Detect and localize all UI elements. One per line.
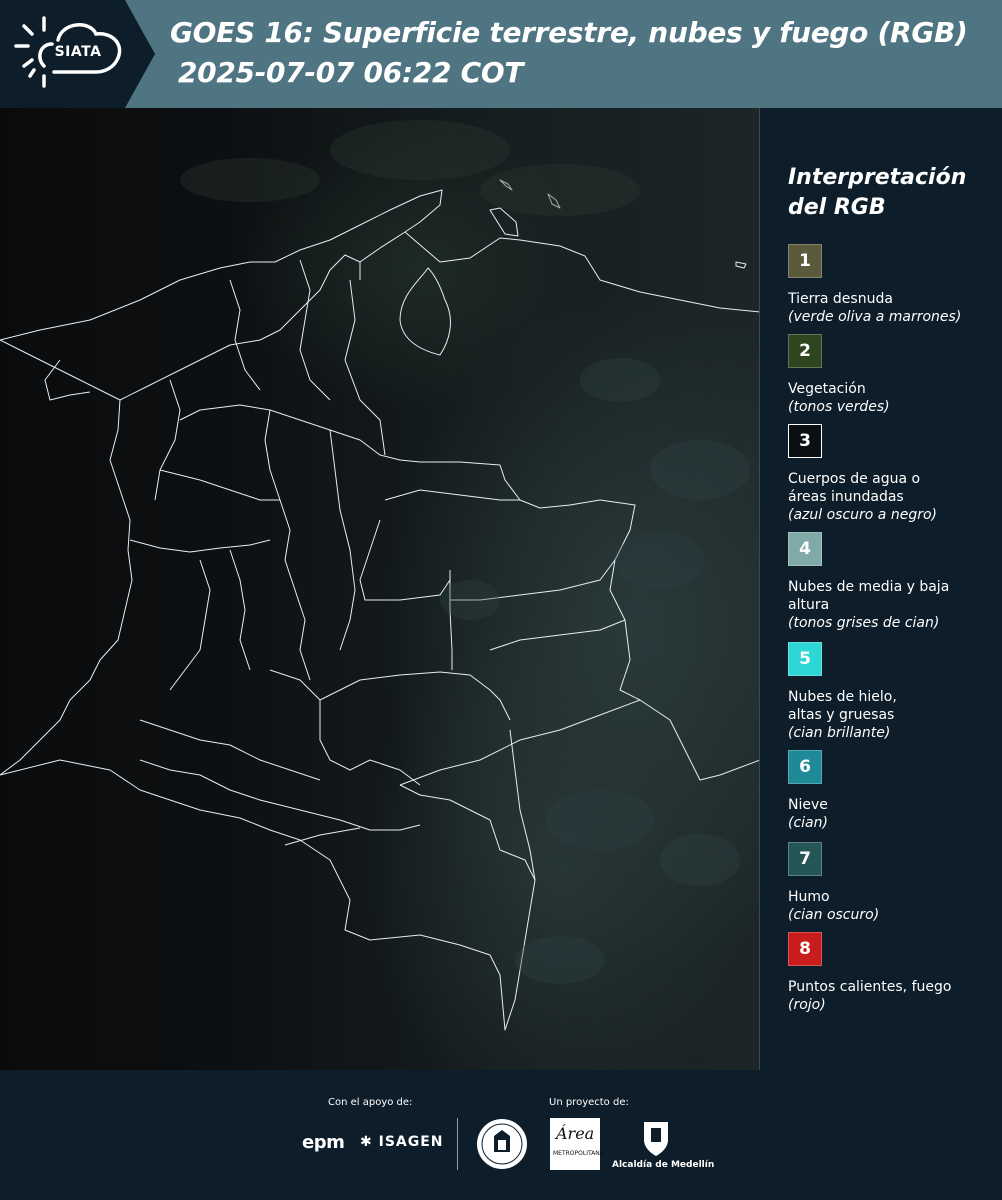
legend-item-6: 6 Nieve (cian)	[788, 750, 998, 832]
legend-item-3: 3 Cuerpos de agua o áreas inundadas (azu…	[788, 424, 998, 524]
legend-desc-7: (cian oscuro)	[788, 907, 880, 923]
footer-divider	[457, 1118, 458, 1170]
siata-logo-text: SIATA	[54, 44, 102, 60]
legend-desc-1: (verde oliva a marrones)	[788, 309, 962, 325]
university-seal-icon	[477, 1119, 527, 1169]
legend-label-8: Puntos calientes, fuego	[788, 979, 952, 995]
legend-item-8: 8 Puntos calientes, fuego (rojo)	[788, 932, 998, 1014]
legend-swatch-1: 1	[788, 244, 822, 278]
legend-item-5: 5 Nubes de hielo, altas y gruesas (cian …	[788, 642, 998, 742]
legend-title: Interpretación del RGB	[788, 163, 988, 223]
legend-swatch-2: 2	[788, 334, 822, 368]
area-logo-script: Área	[556, 1124, 595, 1143]
legend-desc-6: (cian)	[788, 815, 828, 831]
legend-desc-5: (cian brillante)	[788, 725, 891, 741]
area-metropolitana-logo: Área METROPOLITANA	[550, 1118, 604, 1170]
legend-label-4: Nubes de media y baja altura	[788, 579, 950, 613]
legend-desc-8: (rojo)	[788, 997, 826, 1013]
rgb-legend: Interpretación del RGB 1 Tierra desnuda …	[760, 108, 1002, 1070]
legend-label-3: Cuerpos de agua o áreas inundadas	[788, 471, 921, 505]
legend-item-2: 2 Vegetación (tonos verdes)	[788, 334, 998, 416]
alcaldia-text: Alcaldía de Medellín	[612, 1160, 715, 1170]
isagen-mark-icon: ✱	[360, 1134, 379, 1150]
project-caption: Un proyecto de:	[549, 1097, 629, 1108]
isagen-logo: ✱ ISAGEN	[360, 1134, 444, 1150]
legend-title-line2: del RGB	[788, 195, 886, 220]
legend-swatch-4: 4	[788, 532, 822, 566]
image-timestamp: 2025-07-07 06:22 COT	[178, 56, 524, 89]
legend-swatch-7: 7	[788, 842, 822, 876]
legend-desc-2: (tonos verdes)	[788, 399, 890, 415]
legend-swatch-8: 8	[788, 932, 822, 966]
header-banner: SIATA GOES 16: Superficie terrestre, nub…	[0, 0, 1002, 108]
legend-label-1: Tierra desnuda	[788, 291, 893, 307]
area-logo-subtitle: METROPOLITANA	[553, 1150, 604, 1157]
legend-label-5: Nubes de hielo, altas y gruesas	[788, 689, 897, 723]
alcaldia-shield-icon	[644, 1122, 668, 1156]
sponsor-footer: Con el apoyo de: Un proyecto de: epm ✱ I…	[0, 1070, 1002, 1200]
support-caption: Con el apoyo de:	[328, 1097, 413, 1108]
satellite-map	[0, 108, 760, 1070]
siata-logo: SIATA	[0, 0, 155, 108]
legend-swatch-5: 5	[788, 642, 822, 676]
legend-label-7: Humo	[788, 889, 830, 905]
legend-desc-3: (azul oscuro a negro)	[788, 507, 937, 523]
legend-item-7: 7 Humo (cian oscuro)	[788, 842, 998, 924]
legend-swatch-3: 3	[788, 424, 822, 458]
legend-label-6: Nieve	[788, 797, 828, 813]
epm-logo: epm	[302, 1132, 345, 1153]
country-borders	[0, 120, 759, 1031]
page-title: GOES 16: Superficie terrestre, nubes y f…	[170, 16, 968, 49]
legend-title-line1: Interpretación	[788, 165, 967, 190]
legend-item-1: 1 Tierra desnuda (verde oliva a marrones…	[788, 244, 998, 326]
isagen-logo-text: ISAGEN	[378, 1134, 444, 1150]
legend-swatch-6: 6	[788, 750, 822, 784]
legend-label-2: Vegetación	[788, 381, 866, 397]
legend-desc-4: (tonos grises de cian)	[788, 615, 940, 631]
legend-item-4: 4 Nubes de media y baja altura (tonos gr…	[788, 532, 998, 632]
